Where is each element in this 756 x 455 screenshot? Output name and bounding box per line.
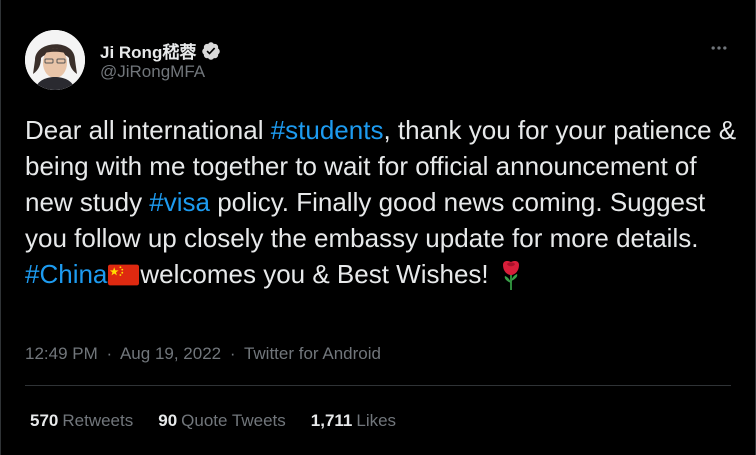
china-flag-emoji [108,259,140,286]
verified-badge-icon [201,41,221,61]
quote-tweets-label: Quote Tweets [181,411,286,430]
tweet-text-segment: Dear all international [25,115,271,145]
avatar[interactable] [25,30,85,90]
tweet-source[interactable]: Twitter for Android [244,344,381,363]
likes-count: 1,711 [310,411,353,430]
avatar-image [25,30,85,90]
tweet-metadata: 12:49 PM · Aug 19, 2022 · Twitter for An… [25,344,381,364]
rose-emoji [498,259,524,291]
tweet-date[interactable]: Aug 19, 2022 [120,344,221,363]
quote-tweets-count: 90 [158,411,178,430]
retweets-stat[interactable]: 570 Retweets [30,411,133,431]
tweet-body-text: Dear all international #students, thank … [25,112,737,292]
quote-tweets-stat[interactable]: 90 Quote Tweets [158,411,286,431]
more-options-icon[interactable] [709,38,729,63]
tweet-container: Ji Rong嵇蓉 @JiRongMFA Dear all internatio… [0,0,756,455]
meta-separator: · [229,344,236,363]
likes-stat[interactable]: 1,711 Likes [311,411,396,431]
tweet-text-segment: welcomes you & Best Wishes! [140,259,496,289]
author-display-name[interactable]: Ji Rong嵇蓉 [100,38,196,63]
author-name-row: Ji Rong嵇蓉 [100,38,221,63]
hashtag-china[interactable]: #China [25,259,107,289]
engagement-stats: 570 Retweets 90 Quote Tweets 1,711 Likes [30,411,396,431]
hashtag-students[interactable]: #students [271,115,384,145]
meta-separator: · [106,344,113,363]
hashtag-visa[interactable]: #visa [149,187,210,217]
author-handle[interactable]: @JiRongMFA [100,62,205,82]
likes-label: Likes [356,411,397,430]
retweets-label: Retweets [62,411,134,430]
retweets-count: 570 [30,411,59,430]
divider [25,385,731,386]
tweet-time[interactable]: 12:49 PM [25,344,98,363]
